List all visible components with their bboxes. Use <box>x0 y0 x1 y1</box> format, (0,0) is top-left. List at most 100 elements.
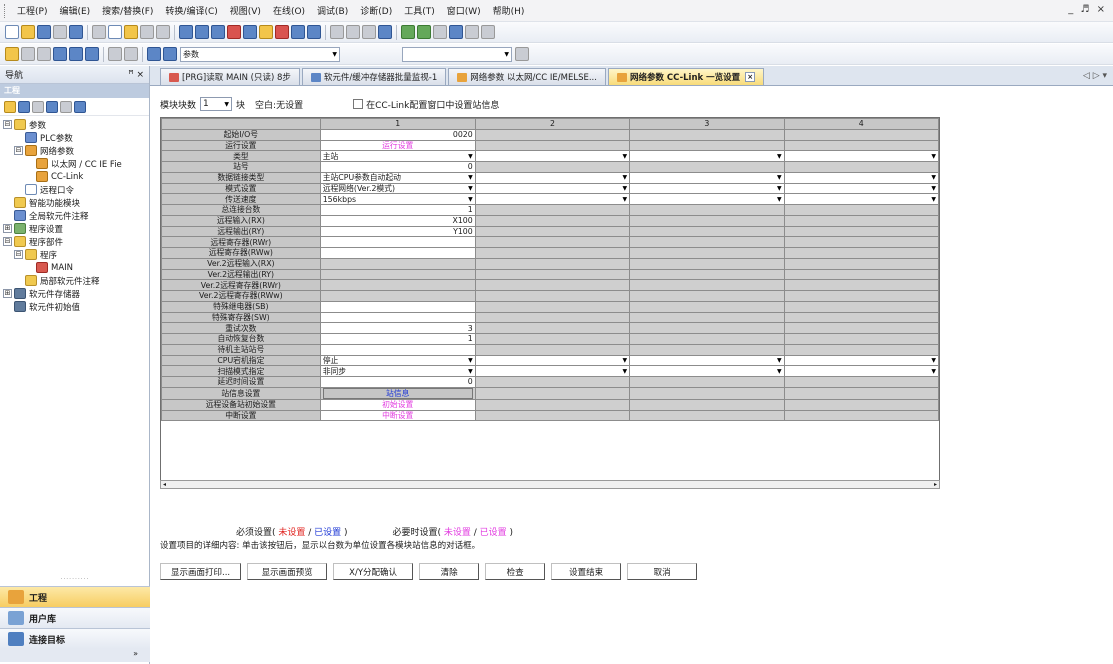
device-icon[interactable] <box>291 25 305 39</box>
action-button[interactable]: 检查 <box>485 563 546 580</box>
collapse-icon[interactable]: » <box>0 649 150 662</box>
tree-expander-icon[interactable]: ⊞ <box>3 289 12 298</box>
tree-expander-icon[interactable]: ⊟ <box>14 146 23 155</box>
search-icon[interactable] <box>515 47 529 61</box>
paste-icon[interactable] <box>124 25 138 39</box>
tree-item[interactable]: 以太网 / CC IE Fie <box>0 157 149 170</box>
device-icon[interactable] <box>307 25 321 39</box>
dropdown-cell[interactable]: ▼ <box>629 365 785 377</box>
tree-item[interactable]: ⊟ 程序部件 <box>0 235 149 248</box>
monitor-icon[interactable] <box>259 25 273 39</box>
action-button[interactable]: 清除 <box>419 563 480 580</box>
horizontal-scrollbar[interactable]: ◂ ▸ <box>160 480 940 489</box>
menu-item[interactable]: 搜索/替换(F) <box>96 4 159 17</box>
dropdown-cell[interactable]: 远程网络(Ver.2模式) ▼ <box>319 182 476 195</box>
dropdown-cell[interactable]: ▼ <box>783 193 939 205</box>
window-icon[interactable] <box>449 25 463 39</box>
dropdown-cell[interactable]: ▼ <box>629 354 785 367</box>
document-tab[interactable]: 网络参数 以太网/CC IE/MELSE... <box>448 68 606 85</box>
tree-item[interactable]: ⊞ 软元件存储器 <box>0 287 149 300</box>
ladder-icon[interactable] <box>195 25 209 39</box>
dropdown-cell[interactable]: 156kbps ▼ <box>319 193 476 205</box>
menu-item[interactable]: 转换/编译(C) <box>159 4 223 17</box>
document-tab[interactable]: [PRG]读取 MAIN (只读) 8步 <box>160 68 300 85</box>
dropdown-cell[interactable]: ▼ <box>783 354 939 367</box>
online-icon[interactable] <box>147 47 161 61</box>
value-cell[interactable]: 1 <box>319 333 476 345</box>
filter-icon[interactable] <box>108 47 122 61</box>
nav-pin-close-icon[interactable]: ꟸ × <box>128 70 144 80</box>
diagnose-icon[interactable] <box>346 25 360 39</box>
value-cell[interactable]: 0 <box>319 161 476 173</box>
nav-bottom-item[interactable]: 工程 <box>0 586 150 607</box>
dropdown-cell[interactable]: 主站 ▼ <box>319 150 476 162</box>
redo-icon[interactable] <box>156 25 170 39</box>
dropdown-cell[interactable]: ▼ <box>783 150 939 162</box>
menu-item[interactable]: 工具(T) <box>398 4 441 17</box>
value-cell[interactable] <box>319 257 476 270</box>
nav-filter-icon[interactable] <box>74 100 86 113</box>
dropdown-cell[interactable]: ▼ <box>474 150 631 162</box>
save-icon[interactable] <box>37 25 51 39</box>
search-combo[interactable]: 参数 ▼ <box>180 46 340 62</box>
value-cell[interactable] <box>319 247 476 259</box>
document-tab[interactable]: 软元件/缓冲存储器批量监视-1 <box>301 68 447 85</box>
debug-icon[interactable] <box>378 25 392 39</box>
list-icon[interactable] <box>85 47 99 61</box>
action-button[interactable]: 显示画面打印... <box>160 563 242 580</box>
dropdown-cell[interactable]: ▼ <box>474 354 631 367</box>
tree-item[interactable]: 智能功能模块 <box>0 196 149 209</box>
close-icon[interactable]: × <box>745 72 756 82</box>
action-button[interactable]: 设置结束 <box>551 563 622 580</box>
dropdown-cell[interactable]: ▼ <box>783 365 939 377</box>
dropdown-cell[interactable]: ▼ <box>474 182 631 195</box>
ladder-icon[interactable] <box>179 25 193 39</box>
menu-item[interactable]: 视图(V) <box>224 4 267 17</box>
value-cell[interactable]: 3 <box>319 322 476 334</box>
nav-bottom-item[interactable]: 用户库 <box>0 607 150 628</box>
value-cell[interactable] <box>319 236 476 248</box>
print-icon[interactable] <box>53 25 67 39</box>
tree-item[interactable]: CC-Link <box>0 170 149 183</box>
value-cell[interactable] <box>319 279 476 291</box>
stop-icon[interactable] <box>275 25 289 39</box>
convert-icon[interactable] <box>417 25 431 39</box>
nav-expand-icon[interactable] <box>18 100 30 113</box>
tree-item[interactable]: 局部软元件注释 <box>0 274 149 287</box>
nav-toggle-icon[interactable] <box>5 47 19 61</box>
binoculars-icon[interactable] <box>163 47 177 61</box>
nav-open-icon[interactable] <box>4 100 16 113</box>
value-cell[interactable]: 1 <box>319 204 476 216</box>
dropdown-cell[interactable]: ▼ <box>474 193 631 205</box>
menu-item[interactable]: 窗口(W) <box>441 4 487 17</box>
nav-refresh-icon[interactable] <box>60 100 72 113</box>
tree-item[interactable]: 远程口令 <box>0 183 149 196</box>
dropdown-cell[interactable]: ▼ <box>474 365 631 377</box>
menu-item[interactable]: 帮助(H) <box>487 4 531 17</box>
value-cell[interactable]: X100 <box>319 214 476 227</box>
station-info-checkbox[interactable] <box>353 99 364 109</box>
value-cell[interactable]: 初始设置 <box>319 398 476 411</box>
menu-item[interactable]: 工程(P) <box>11 4 53 17</box>
value-cell[interactable]: 运行设置 <box>319 139 476 152</box>
tool-icon[interactable] <box>465 25 479 39</box>
dropdown-cell[interactable]: ▼ <box>629 193 785 205</box>
layout-icon[interactable] <box>37 47 51 61</box>
undo-icon[interactable] <box>140 25 154 39</box>
dropdown-cell[interactable]: ▼ <box>783 182 939 195</box>
copy-icon[interactable] <box>108 25 122 39</box>
tool-icon[interactable] <box>481 25 495 39</box>
scroll-left-icon[interactable]: ◂ <box>163 481 166 488</box>
module-count-select[interactable]: 1 ▼ <box>200 97 233 111</box>
read-plc-icon[interactable] <box>243 25 257 39</box>
action-button[interactable]: 取消 <box>627 563 698 580</box>
nav-property-icon[interactable] <box>46 100 58 113</box>
value-cell[interactable]: Y100 <box>319 225 476 238</box>
list-icon[interactable] <box>69 47 83 61</box>
open-folder-icon[interactable] <box>21 25 35 39</box>
new-file-icon[interactable] <box>5 25 19 39</box>
ladder-icon[interactable] <box>211 25 225 39</box>
tree-item[interactable]: ⊞ 程序设置 <box>0 222 149 235</box>
diagnose-icon[interactable] <box>362 25 376 39</box>
station-info-button[interactable]: 站信息 <box>322 388 473 399</box>
